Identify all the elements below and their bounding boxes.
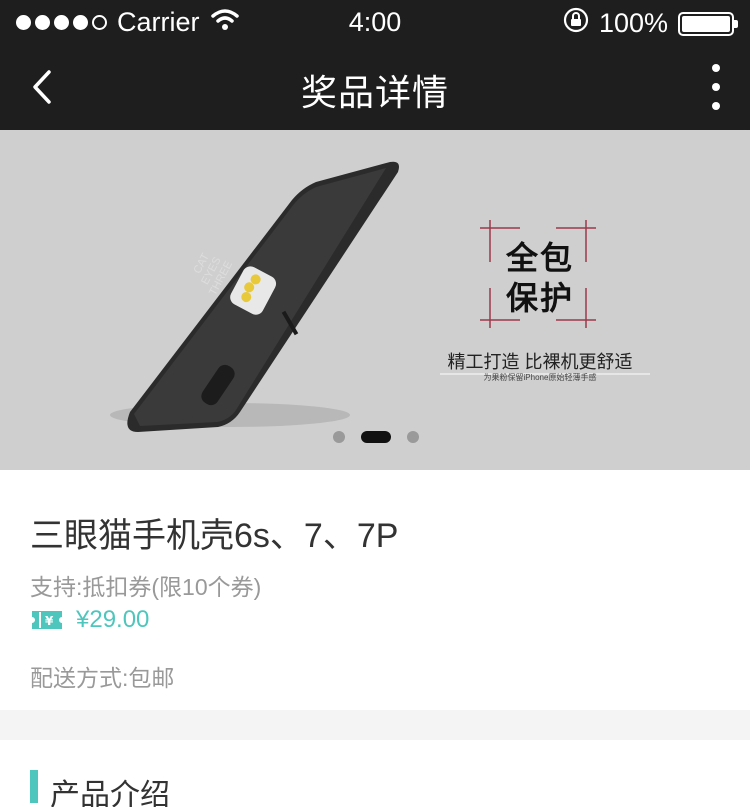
banner-headline: 全包 保护 bbox=[505, 240, 574, 316]
battery-icon bbox=[678, 11, 738, 36]
svg-text:¥: ¥ bbox=[45, 614, 54, 628]
nav-bar: 奖品详情 bbox=[0, 44, 750, 130]
section-accent-bar bbox=[30, 770, 38, 803]
pager-dot[interactable] bbox=[407, 431, 419, 443]
price-row: ¥ ¥29.00 bbox=[30, 606, 149, 634]
coupon-support: 支持:抵扣券(限10个券) bbox=[30, 574, 262, 600]
banner-subtagline: 为果粉保留iPhone原始轻薄手感 bbox=[483, 373, 597, 382]
status-right: 100% bbox=[563, 7, 738, 40]
more-button[interactable] bbox=[704, 64, 728, 110]
carousel-pager bbox=[333, 431, 419, 443]
product-price: ¥29.00 bbox=[76, 606, 150, 633]
battery-percent: 100% bbox=[598, 8, 668, 38]
pager-dot[interactable] bbox=[333, 431, 345, 443]
more-vertical-icon bbox=[712, 64, 720, 72]
status-bar: Carrier 4:00 100% bbox=[0, 0, 750, 44]
pager-dot-active[interactable] bbox=[361, 431, 391, 443]
product-image-carousel[interactable]: THREE EYES CAT 全包 保护 精工打造 比裸机更舒适 为果粉保留iP… bbox=[0, 130, 750, 470]
delivery-method: 配送方式:包邮 bbox=[30, 665, 175, 691]
page-title: 奖品详情 bbox=[300, 72, 449, 113]
phone-case-image: THREE EYES CAT bbox=[110, 161, 650, 432]
product-info: 三眼猫手机壳6s、7、7P 支持:抵扣券(限10个券) ¥ ¥29.00 配送方… bbox=[0, 470, 750, 710]
coupon-ticket-icon: ¥ bbox=[32, 611, 62, 629]
product-intro-section: 产品介绍 bbox=[0, 740, 750, 807]
orientation-lock-icon bbox=[563, 7, 589, 40]
product-name: 三眼猫手机壳6s、7、7P bbox=[30, 517, 399, 555]
section-title: 产品介绍 bbox=[50, 779, 170, 807]
banner-tagline: 精工打造 比裸机更舒适 bbox=[447, 352, 633, 372]
